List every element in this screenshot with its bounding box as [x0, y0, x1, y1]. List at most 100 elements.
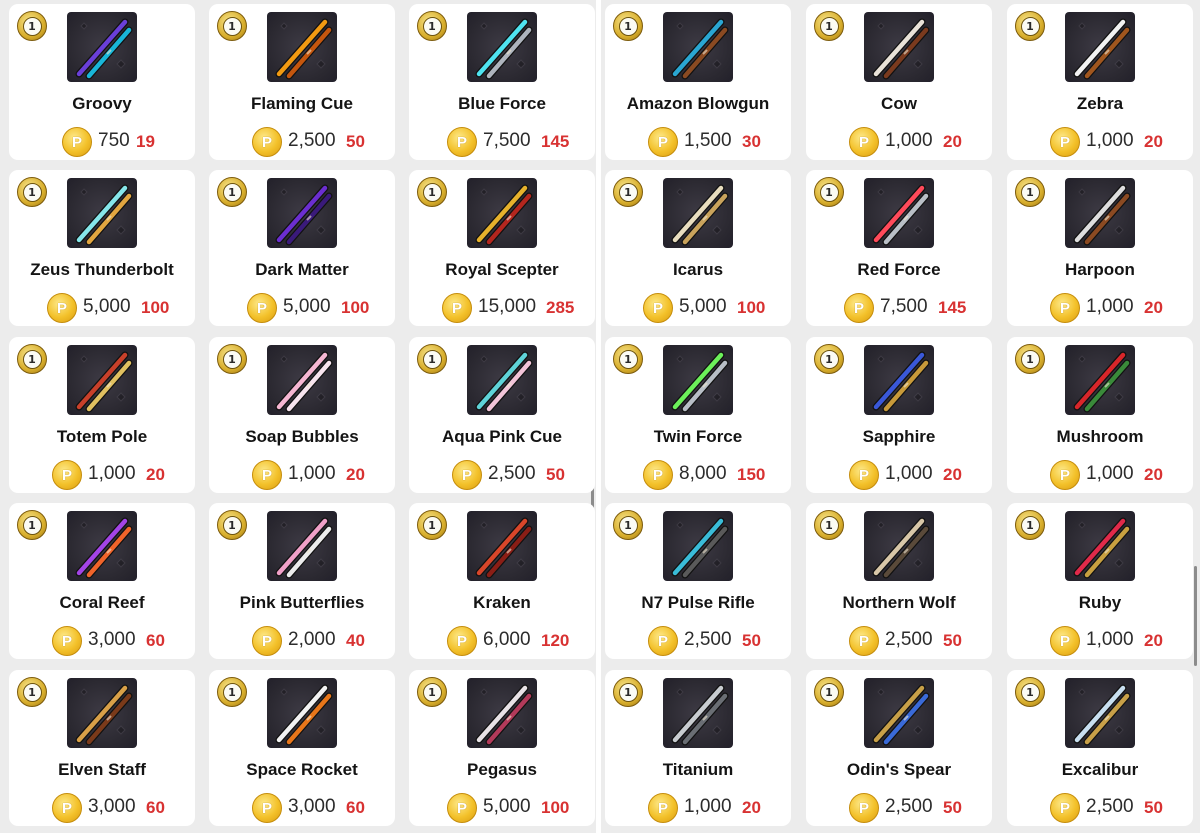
cue-name: Dark Matter: [255, 260, 349, 279]
count-badge: 1: [217, 177, 247, 207]
cue-name: Excalibur: [1061, 760, 1139, 779]
count-badge: 1: [417, 344, 447, 374]
cue-thumbnail: [663, 678, 733, 748]
cue-points: 100: [541, 798, 570, 817]
cue-card[interactable]: 1 Soap Bubbles P 1,000 20: [209, 337, 395, 493]
coin-icon: P: [643, 293, 673, 323]
cue-thumbnail: [467, 345, 537, 415]
coin-icon: P: [849, 460, 879, 490]
cue-card[interactable]: 1 Titanium P 1,000 20: [605, 670, 791, 826]
count-badge: 1: [17, 344, 47, 374]
cue-price: 1,000: [1086, 629, 1134, 650]
count-badge: 1: [814, 177, 844, 207]
cue-card[interactable]: 1 Mushroom P 1,000 20: [1007, 337, 1193, 493]
count-badge: 1: [1015, 677, 1045, 707]
cue-name: Space Rocket: [246, 760, 358, 779]
coin-symbol: P: [256, 299, 267, 317]
count-badge: 1: [814, 510, 844, 540]
cue-card[interactable]: 1 Cow P 1,000 20: [806, 4, 992, 160]
cue-points: 100: [141, 298, 170, 317]
cue-name: Red Force: [857, 260, 941, 279]
count-badge-label: 1: [422, 349, 442, 369]
count-badge-label: 1: [422, 682, 442, 702]
cue-card[interactable]: 1 Blue Force P 7,500 145: [409, 4, 595, 160]
coin-symbol: P: [858, 133, 869, 151]
cue-points: 50: [1144, 798, 1163, 817]
cue-price: 1,000: [1086, 296, 1134, 317]
cue-card[interactable]: 1 Sapphire P 1,000 20: [806, 337, 992, 493]
count-badge-label: 1: [22, 515, 42, 535]
cue-thumbnail: [1065, 12, 1135, 82]
cue-price: 750: [98, 130, 130, 151]
cue-price: 3,000: [88, 796, 136, 817]
coin-icon: P: [648, 793, 678, 823]
cue-price: 3,000: [288, 796, 336, 817]
cue-price: 2,000: [288, 629, 336, 650]
cue-card[interactable]: 1 Coral Reef P 3,000 60: [9, 503, 195, 659]
count-badge-label: 1: [819, 16, 839, 36]
count-badge-label: 1: [222, 16, 242, 36]
cue-card[interactable]: 1 Pegasus P 5,000 100: [409, 670, 595, 826]
cue-price: 1,000: [885, 130, 933, 151]
cue-card[interactable]: 1 Royal Scepter P 15,000 285: [409, 170, 595, 326]
cue-price: 5,000: [83, 296, 131, 317]
cue-thumbnail: [864, 12, 934, 82]
cue-points: 60: [146, 631, 165, 650]
cue-price: 1,000: [684, 796, 732, 817]
count-badge-label: 1: [819, 182, 839, 202]
cue-thumbnail: [67, 511, 137, 581]
coin-icon: P: [849, 626, 879, 656]
count-badge: 1: [217, 11, 247, 41]
cue-card[interactable]: 1 Twin Force P 8,000 150: [605, 337, 791, 493]
coin-symbol: P: [71, 133, 82, 151]
cue-card[interactable]: 1 Groovy P 750 19: [9, 4, 195, 160]
coin-icon: P: [62, 127, 92, 157]
count-badge-label: 1: [618, 16, 638, 36]
cue-card[interactable]: 1 N7 Pulse Rifle P 2,500 50: [605, 503, 791, 659]
cue-card[interactable]: 1 Elven Staff P 3,000 60: [9, 670, 195, 826]
cue-points: 20: [1144, 298, 1163, 317]
cue-thumbnail: [467, 678, 537, 748]
cue-points: 20: [1144, 132, 1163, 151]
cue-points: 150: [737, 465, 766, 484]
count-badge: 1: [814, 11, 844, 41]
cue-price: 5,000: [679, 296, 727, 317]
cue-card[interactable]: 1 Kraken P 6,000 120: [409, 503, 595, 659]
cue-price: 6,000: [483, 629, 531, 650]
cue-price: 1,000: [88, 463, 136, 484]
cue-price: 5,000: [483, 796, 531, 817]
cue-card[interactable]: 1 Excalibur P 2,500 50: [1007, 670, 1193, 826]
cue-card[interactable]: 1 Odin's Spear P 2,500 50: [806, 670, 992, 826]
cue-card[interactable]: 1 Zeus Thunderbolt P 5,000 100: [9, 170, 195, 326]
cue-price: 1,000: [288, 463, 336, 484]
count-badge-label: 1: [1020, 682, 1040, 702]
cue-card[interactable]: 1 Ruby P 1,000 20: [1007, 503, 1193, 659]
cue-card[interactable]: 1 Space Rocket P 3,000 60: [209, 670, 395, 826]
coin-icon: P: [447, 626, 477, 656]
cue-card[interactable]: 1 Zebra P 1,000 20: [1007, 4, 1193, 160]
cue-card[interactable]: 1 Red Force P 7,500 145: [806, 170, 992, 326]
count-badge-label: 1: [819, 349, 839, 369]
cue-card[interactable]: 1 Flaming Cue P 2,500 50: [209, 4, 395, 160]
right-scrollbar[interactable]: [1194, 566, 1197, 666]
cue-name: Flaming Cue: [250, 94, 353, 113]
cue-card[interactable]: 1 Aqua Pink Cue P 2,500 50: [409, 337, 595, 493]
cue-card[interactable]: 1 Harpoon P 1,000 20: [1007, 170, 1193, 326]
cue-card[interactable]: 1 Amazon Blowgun P 1,500 30: [605, 4, 791, 160]
count-badge-label: 1: [422, 515, 442, 535]
cue-name: Totem Pole: [56, 427, 148, 446]
cue-card[interactable]: 1 Icarus P 5,000 100: [605, 170, 791, 326]
count-badge-label: 1: [618, 682, 638, 702]
coin-icon: P: [849, 127, 879, 157]
count-badge: 1: [17, 177, 47, 207]
coin-icon: P: [252, 460, 282, 490]
count-badge-label: 1: [22, 16, 42, 36]
count-badge-label: 1: [1020, 16, 1040, 36]
coin-icon: P: [1050, 293, 1080, 323]
cue-card[interactable]: 1 Northern Wolf P 2,500 50: [806, 503, 992, 659]
count-badge-label: 1: [22, 682, 42, 702]
cue-card[interactable]: 1 Dark Matter P 5,000 100: [209, 170, 395, 326]
cue-card[interactable]: 1 Totem Pole P 1,000 20: [9, 337, 195, 493]
cue-name: Harpoon: [1065, 260, 1135, 279]
cue-card[interactable]: 1 Pink Butterflies P 2,000 40: [209, 503, 395, 659]
